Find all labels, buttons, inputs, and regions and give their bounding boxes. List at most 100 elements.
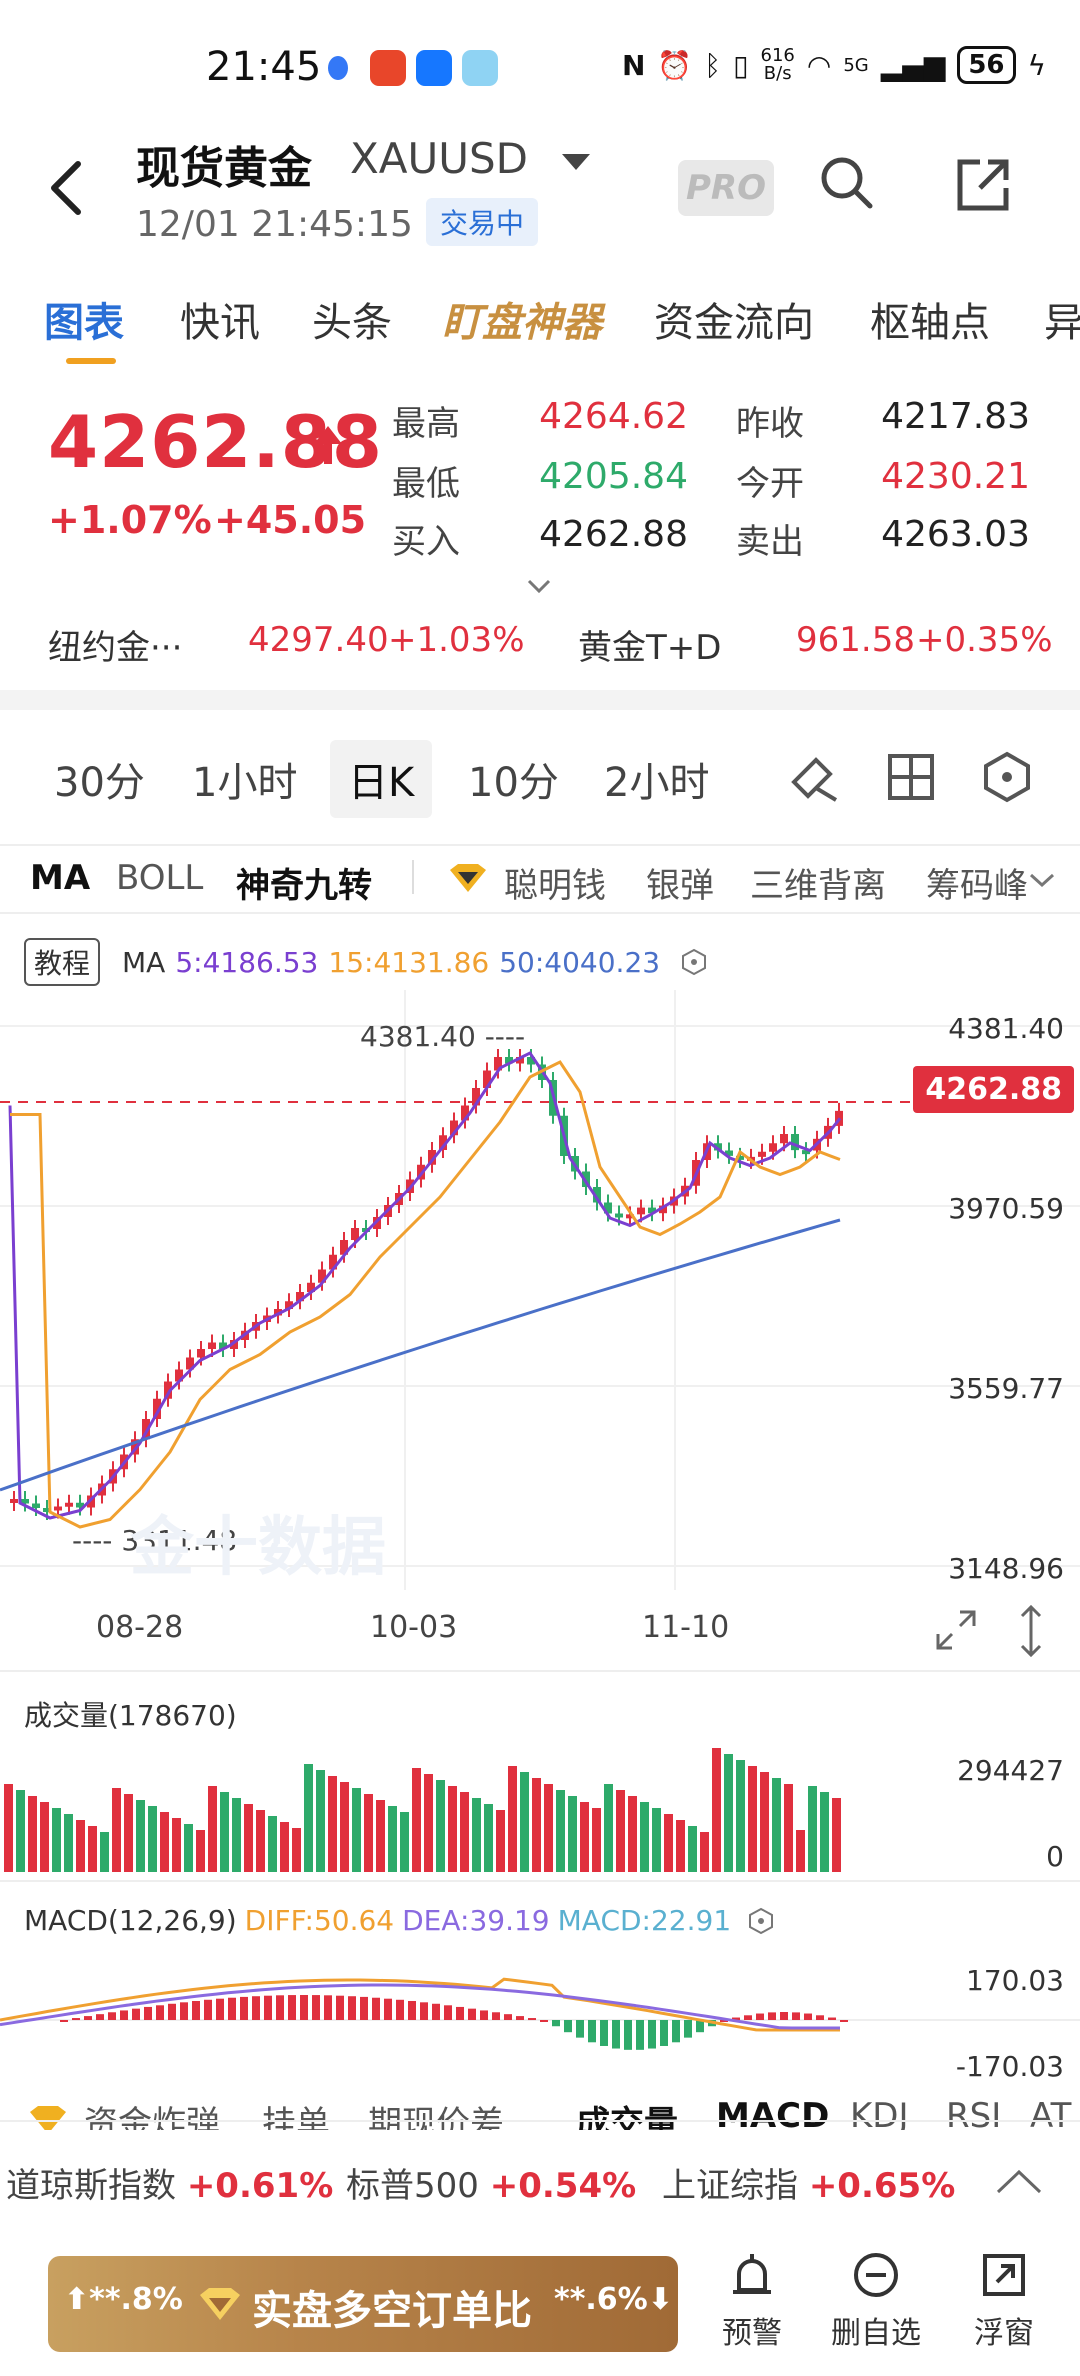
tab-fund-flow[interactable]: 资金流向	[654, 290, 814, 348]
volume-bar	[832, 1798, 841, 1872]
search-icon[interactable]	[818, 154, 876, 212]
index-dow[interactable]: 道琼斯指数 +0.61%	[6, 2158, 333, 2207]
quote-datetime: 12/01 21:45:15	[136, 204, 413, 245]
chevron-down-icon[interactable]	[1028, 872, 1056, 888]
tutorial-button[interactable]: 教程	[24, 938, 101, 986]
related-name-2[interactable]: 黄金T+D	[578, 620, 721, 669]
macd-bar	[468, 2008, 476, 2020]
settings-hex-icon[interactable]	[680, 948, 708, 976]
expand-chevron-icon[interactable]	[526, 578, 552, 594]
signal-label: 5G	[843, 54, 869, 76]
chevron-up-icon[interactable]	[994, 2166, 1044, 2196]
prev-close-label: 昨收	[736, 404, 804, 444]
weather-icon	[462, 50, 498, 86]
remove-watchlist-button[interactable]: 删自选	[816, 2250, 936, 2352]
volume-bar	[520, 1772, 529, 1872]
indicator-chip[interactable]: 筹码峰	[926, 858, 1036, 907]
macd-bar	[768, 2012, 776, 2020]
tab-pivot[interactable]: 枢轴点	[870, 290, 990, 348]
grid-layout-icon[interactable]	[886, 752, 936, 802]
macd-bar	[108, 2012, 116, 2020]
app-icon-1	[370, 50, 406, 86]
macd-bar	[624, 2020, 632, 2050]
macd-bar	[324, 1995, 332, 2020]
macd-bar	[756, 2013, 764, 2020]
tab-more[interactable]: 异	[1044, 290, 1080, 348]
indicator-ma[interactable]: MA	[30, 858, 90, 898]
period-2h[interactable]: 2小时	[604, 750, 709, 808]
period-daily[interactable]: 日K	[330, 740, 433, 818]
volume-bar	[220, 1792, 229, 1872]
macd-bar	[336, 1995, 344, 2020]
volume-bar	[388, 1806, 397, 1872]
indicator-boll[interactable]: BOLL	[116, 858, 203, 898]
tab-monitor[interactable]: 盯盘神器	[442, 290, 602, 348]
index-shanghai[interactable]: 上证综指 +0.65%	[662, 2158, 955, 2207]
macd-chart	[0, 1977, 1080, 2050]
tab-flash[interactable]: 快讯	[180, 290, 260, 348]
related-name-1[interactable]: 纽约金···	[48, 620, 182, 669]
macd-bar	[240, 1996, 248, 2020]
volume-bar	[640, 1802, 649, 1872]
float-window-icon	[983, 2254, 1025, 2296]
candle	[32, 1503, 40, 1508]
float-window-button[interactable]: 浮窗	[944, 2250, 1064, 2352]
macd-bar	[636, 2020, 644, 2050]
indicator-silver-bullet[interactable]: 银弹	[646, 858, 714, 907]
volume-bar	[88, 1826, 97, 1872]
volume-bar	[760, 1772, 769, 1872]
related-chg-1: +1.03%	[388, 620, 525, 660]
macd-bar	[744, 2015, 752, 2020]
draw-tool-icon[interactable]	[786, 748, 842, 804]
alarm-icon	[733, 2254, 771, 2294]
period-10m[interactable]: 10分	[468, 750, 559, 808]
macd-bar	[840, 2020, 848, 2022]
fullscreen-icon[interactable]	[934, 1608, 978, 1652]
watermark: 金十数据	[130, 1511, 386, 1585]
period-30m[interactable]: 30分	[54, 750, 145, 808]
symbol-selector[interactable]: XAUUSD	[350, 134, 528, 183]
macd-bar	[204, 1999, 212, 2020]
high-label: 最高	[392, 404, 460, 444]
volume-bar	[400, 1812, 409, 1872]
high-value: 4264.62	[539, 396, 688, 437]
volume-bar	[700, 1832, 709, 1872]
shield-icon	[328, 56, 348, 80]
alipay-icon	[416, 50, 452, 86]
charging-icon: ϟ	[1027, 48, 1046, 82]
volume-bar	[544, 1784, 553, 1872]
volume-bar	[436, 1780, 445, 1872]
indicator-divergence[interactable]: 三维背离	[750, 858, 886, 907]
order-ratio-banner[interactable]: ⬆**.8% 实盘多空订单比 **.6%⬇	[48, 2256, 678, 2352]
indicator-smart-money[interactable]: 聪明钱	[504, 858, 606, 907]
indicator-td9[interactable]: 神奇九转	[236, 858, 372, 907]
candle	[10, 1499, 18, 1503]
battery-icon: 56	[957, 46, 1016, 84]
macd-bar	[588, 2020, 596, 2043]
pro-button[interactable]: PRO	[678, 160, 774, 216]
index-sp500[interactable]: 标普500 +0.54%	[346, 2158, 636, 2207]
alert-button[interactable]: 预警	[692, 2250, 812, 2352]
macd-bar	[264, 1995, 272, 2020]
period-1h[interactable]: 1小时	[192, 750, 297, 808]
divider	[0, 1880, 1080, 1882]
tab-headlines[interactable]: 头条	[312, 290, 392, 348]
settings-hex-icon[interactable]	[980, 750, 1034, 804]
tab-bar: 图表 快讯 头条 盯盘神器 资金流向 枢轴点 异	[0, 290, 1080, 370]
low-label: 最低	[392, 464, 460, 504]
volume-bar	[472, 1798, 481, 1872]
volume-bar	[532, 1778, 541, 1872]
chevron-down-icon[interactable]	[562, 154, 590, 170]
diamond-icon	[200, 2288, 240, 2320]
y-tick-1: 4381.40	[948, 1012, 1064, 1045]
macd-title: MACD(12,26,9)	[24, 1904, 237, 1937]
settings-hex-icon[interactable]	[747, 1907, 775, 1935]
volume-bar	[484, 1804, 493, 1872]
volume-bar	[580, 1802, 589, 1872]
vertical-scale-icon[interactable]	[1014, 1604, 1048, 1658]
share-icon[interactable]	[954, 156, 1012, 214]
wifi-icon: ◠	[806, 48, 832, 82]
volume-title: 成交量(178670)	[24, 1699, 237, 1732]
back-icon[interactable]	[46, 158, 86, 218]
tab-chart[interactable]: 图表	[44, 290, 124, 348]
